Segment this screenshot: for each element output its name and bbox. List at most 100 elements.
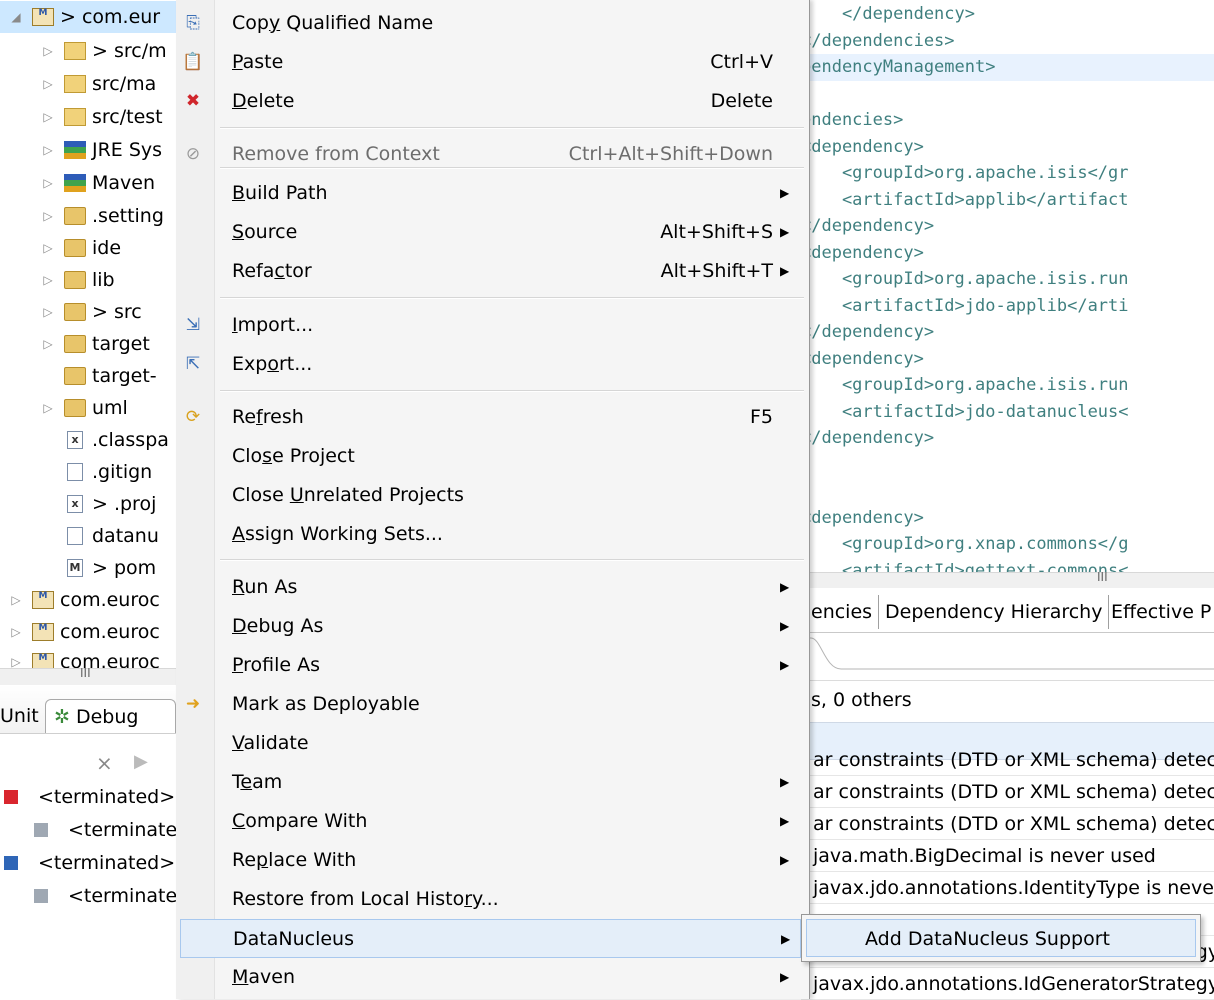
problem-row[interactable]: ar constraints (DTD or XML schema) detec… <box>801 808 1214 840</box>
xml-file-icon: x <box>67 495 83 513</box>
menu-item-compare-with[interactable]: Compare With ▶ <box>176 802 809 841</box>
editor-line: </dependencies> <box>801 30 955 51</box>
submenu-arrow-icon: ▶ <box>780 853 790 867</box>
problem-row[interactable]: ar constraints (DTD or XML schema) detec… <box>801 776 1214 808</box>
tab-dependency-hierarchy[interactable]: Dependency Hierarchy <box>879 595 1110 629</box>
menu-item-profile-as[interactable]: Profile As ▶ <box>176 646 809 685</box>
menu-item-build-path[interactable]: Build Path ▶ <box>176 174 809 213</box>
menu-item-shortcut: F5 <box>749 406 773 428</box>
editor-line: <dependency> <box>801 507 924 528</box>
problem-row[interactable]: javax.jdo.annotations.IdGeneratorStrateg… <box>801 968 1214 1000</box>
expand-arrow-icon[interactable]: ▷ <box>42 264 54 296</box>
tree-item-label: .setting <box>92 205 164 227</box>
menu-item-paste[interactable]: 📋 Paste Ctrl+V <box>176 43 809 82</box>
editor-line: </dependency> <box>801 322 935 342</box>
tree-item-label: ide <box>92 237 122 259</box>
menu-item-run-as[interactable]: Run As ▶ <box>176 568 809 607</box>
editor-line: <groupId>org.apache.isis.run <box>801 269 1129 289</box>
menu-item-debug-as[interactable]: Debug As ▶ <box>176 607 809 646</box>
expand-arrow-icon[interactable]: ▷ <box>42 101 54 133</box>
tree-item[interactable]: ◢ M > com.eur <box>0 1 176 33</box>
menu-item-datanucleus[interactable]: DataNucleus ▶ <box>180 919 801 958</box>
menu-item-label: Source <box>232 221 298 243</box>
tree-item-label: .classpa <box>92 429 169 451</box>
menu-item-assign-working-sets[interactable]: Assign Working Sets... <box>176 515 809 554</box>
menu-item-label: Assign Working Sets... <box>232 523 443 545</box>
menu-item-label: Copy Qualified Name <box>232 12 434 34</box>
debug-item-label: <terminated> <box>38 786 176 808</box>
menu-item-copy-qualified-name[interactable]: ⎘ Copy Qualified Name <box>176 4 809 43</box>
menu-item-refactor[interactable]: Refactor Alt+Shift+T ▶ <box>176 252 809 291</box>
menu-item-refresh[interactable]: ⟳ Refresh F5 <box>176 398 809 437</box>
remove-context-icon: ⊘ <box>185 144 201 164</box>
tab-label: encies <box>811 601 873 623</box>
tab-effective-pom[interactable]: Effective P <box>1105 595 1214 629</box>
menu-item-restore-from-local-history[interactable]: Restore from Local History... <box>176 880 809 919</box>
expand-arrow-icon[interactable]: ▷ <box>42 296 54 328</box>
menu-item-label: Paste <box>232 51 284 73</box>
pom-xml-editor[interactable]: </dependency> </dependencies> pendencyMana… <box>801 0 1214 572</box>
debug-view: Unit ✲ Debug ⨯ ▶ <terminated> <terminate <… <box>0 685 176 999</box>
menu-item-shortcut: Alt+Shift+T <box>660 260 773 282</box>
menu-item-source[interactable]: Source Alt+Shift+S ▶ <box>176 213 809 252</box>
expand-arrow-icon[interactable]: ▷ <box>42 232 54 264</box>
menu-item-validate[interactable]: Validate <box>176 724 809 763</box>
editor-line: <dependency> <box>801 242 924 263</box>
expand-arrow-icon[interactable]: ▷ <box>42 328 54 360</box>
editor-line: <groupId>org.xnap.commons</g <box>801 534 1129 554</box>
menu-item-close-project[interactable]: Close Project <box>176 437 809 476</box>
tree-item-label: JRE Sys <box>92 139 163 161</box>
problem-row[interactable]: java.math.BigDecimal is never used <box>801 840 1214 872</box>
expand-arrow-icon[interactable]: ▷ <box>42 35 54 67</box>
expand-arrow-icon[interactable]: ▷ <box>42 134 54 166</box>
context-menu: ⎘ Copy Qualified Name 📋 Paste Ctrl+V ✖ Delete D… <box>176 0 810 999</box>
remove-terminated-icon[interactable]: ⨯ <box>96 751 113 775</box>
tab-debug[interactable]: ✲ Debug <box>45 699 176 733</box>
menu-item-delete[interactable]: ✖ Delete Delete <box>176 82 809 121</box>
refresh-icon: ⟳ <box>185 407 201 427</box>
tab-debug-label: Debug <box>75 706 139 728</box>
library-icon <box>64 141 86 159</box>
menu-item-label: Restore from Local History... <box>232 888 499 910</box>
expand-arrow-icon[interactable]: ▷ <box>10 584 22 616</box>
delete-icon: ✖ <box>185 91 201 111</box>
problem-row[interactable]: javax.jdo.annotations.IdentityType is ne… <box>801 872 1214 904</box>
menu-item-close-unrelated-projects[interactable]: Close Unrelated Projects <box>176 476 809 515</box>
menu-item-team[interactable]: Team ▶ <box>176 763 809 802</box>
menu-item-label: Maven <box>232 966 296 988</box>
menu-item-mark-as-deployable[interactable]: ➜ Mark as Deployable <box>176 685 809 724</box>
expand-arrow-icon[interactable]: ▷ <box>42 68 54 100</box>
expand-arrow-icon[interactable]: ▷ <box>10 616 22 648</box>
menu-item-label: Add DataNucleus Support <box>865 928 1110 950</box>
expand-arrow-icon[interactable]: ▷ <box>42 200 54 232</box>
package-explorer-tree: ◢ M > com.eur ▷ > src/m ▷ src/ma ▷ src/test ▷ JRE … <box>0 0 176 668</box>
menu-item-label: Compare With <box>232 810 368 832</box>
menu-item-import[interactable]: ⇲ Import... <box>176 306 809 345</box>
tab-junit[interactable]: Unit <box>0 699 45 733</box>
menu-item-label: Profile As <box>232 654 321 676</box>
menu-item-add-datanucleus-support[interactable]: Add DataNucleus Support <box>806 919 1196 957</box>
problem-row[interactable]: ar constraints (DTD or XML schema) detec… <box>801 744 1214 776</box>
tab-dependencies[interactable]: encies <box>801 595 880 629</box>
folder-icon <box>64 399 86 417</box>
menu-item-replace-with[interactable]: Replace With ▶ <box>176 841 809 880</box>
tree-item-label: src/ma <box>92 73 157 95</box>
expand-arrow-icon[interactable]: ▷ <box>42 167 54 199</box>
editor-horizontal-scrollbar[interactable]: III <box>801 570 1214 589</box>
tree-item-label: lib <box>92 269 115 291</box>
expand-arrow-icon[interactable]: ▷ <box>42 392 54 424</box>
tree-item-label: > com.eur <box>60 6 161 28</box>
menu-item-label: Run As <box>232 576 298 598</box>
tree-item-label: datanu <box>92 525 159 547</box>
tab-label: Dependency Hierarchy <box>885 601 1103 623</box>
expand-arrow-icon[interactable]: ◢ <box>10 1 22 33</box>
menu-item-export[interactable]: ⇱ Export... <box>176 345 809 384</box>
tree-item-label: uml <box>92 397 128 419</box>
resume-icon[interactable]: ▶ <box>134 751 148 772</box>
folder-icon <box>64 239 86 257</box>
editor-line: </dependency> <box>801 216 935 236</box>
tree-horizontal-scrollbar[interactable]: III <box>0 666 176 686</box>
menu-item-maven[interactable]: Maven ▶ <box>176 958 809 997</box>
pom-file-icon: M <box>67 559 83 577</box>
expand-arrow-icon[interactable]: ▷ <box>10 646 22 668</box>
